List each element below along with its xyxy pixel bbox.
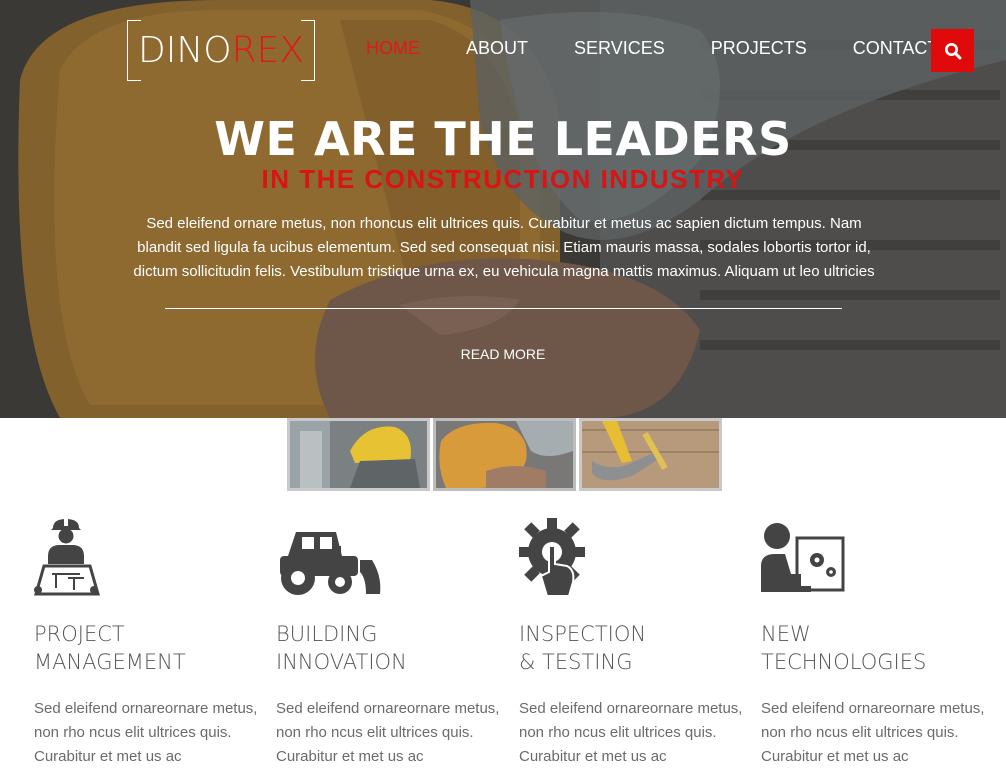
slider-thumbnail-3[interactable]: [579, 418, 722, 491]
nav-about[interactable]: ABOUT: [466, 38, 528, 59]
main-nav: HOME ABOUT SERVICES PROJECTS CONTACTS: [366, 38, 950, 59]
logo-text-red: REX: [231, 30, 305, 71]
brand-logo[interactable]: DINOREX: [127, 20, 315, 81]
feature-project-management: PROJECT MANAGEMENT Sed eleifend ornareorn…: [34, 516, 264, 768]
feature-title-line2: MANAGEMENT: [34, 650, 186, 674]
feature-title-line1: PROJECT: [34, 622, 125, 646]
hero-divider: [165, 308, 842, 309]
feature-title: INSPECTION & TESTING: [519, 620, 749, 676]
feature-title-line1: BUILDING: [276, 622, 378, 646]
slider-thumbnail-1[interactable]: [287, 418, 430, 491]
feature-new-technologies: NEW TECHNOLOGIES Sed eleifend ornareornar…: [761, 516, 991, 768]
engineer-computer-icon: [761, 516, 991, 598]
feature-title-line2: INNOVATION: [276, 650, 407, 674]
search-button[interactable]: [931, 29, 974, 72]
feature-text: Sed eleifend ornareornare metus, non rho…: [519, 700, 743, 765]
slider-thumbnail-2[interactable]: [433, 418, 576, 491]
nav-services[interactable]: SERVICES: [574, 38, 665, 59]
gear-hand-icon: [519, 516, 749, 598]
feature-title: PROJECT MANAGEMENT: [34, 620, 264, 676]
hero-title: WE ARE THE LEADERS: [214, 112, 792, 166]
logo-text: DINOREX: [127, 30, 315, 71]
feature-title-line2: & TESTING: [519, 650, 633, 674]
feature-text: Sed eleifend ornareornare metus, non rho…: [761, 700, 985, 765]
feature-title: NEW TECHNOLOGIES: [761, 620, 991, 676]
feature-inspection-testing: INSPECTION & TESTING Sed eleifend ornareo…: [519, 516, 749, 768]
worker-blueprint-icon: [34, 516, 264, 598]
feature-text: Sed eleifend ornareornare metus, non rho…: [34, 700, 258, 765]
feature-title-line2: TECHNOLOGIES: [761, 650, 927, 674]
feature-title: BUILDING INNOVATION: [276, 620, 506, 676]
hero-section: DINOREX HOME ABOUT SERVICES PROJECTS CON…: [0, 0, 1006, 418]
search-icon: [944, 42, 961, 59]
nav-projects[interactable]: PROJECTS: [711, 38, 807, 59]
nav-home[interactable]: HOME: [366, 38, 420, 59]
hero-text: Sed eleifend ornare metus, non rhoncus e…: [133, 215, 875, 280]
read-more-link[interactable]: READ MORE: [0, 346, 1006, 362]
feature-title-line1: NEW: [761, 622, 811, 646]
slider-thumbnails: [287, 418, 725, 491]
logo-text-white: DINO: [137, 30, 232, 71]
feature-text: Sed eleifend ornareornare metus, non rho…: [276, 700, 500, 765]
feature-building-innovation: BUILDING INNOVATION Sed eleifend ornareor…: [276, 516, 506, 768]
bulldozer-icon: [276, 516, 506, 598]
feature-title-line1: INSPECTION: [519, 622, 647, 646]
hero-subtitle: IN THE CONSTRUCTION INDUSTRY: [261, 164, 745, 194]
